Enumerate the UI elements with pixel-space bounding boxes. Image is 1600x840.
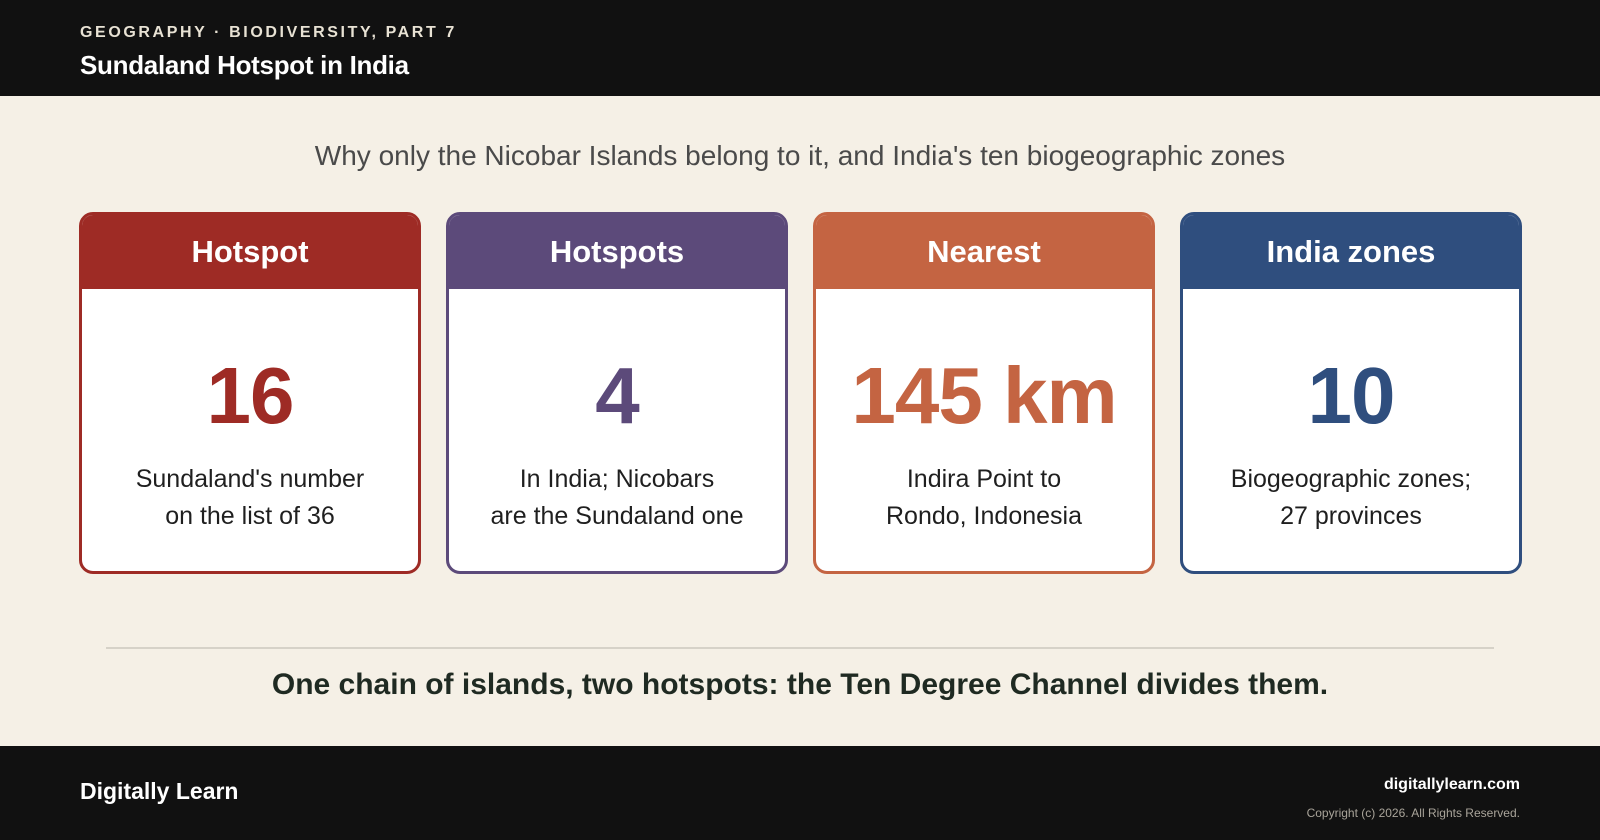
card-label: Hotspots xyxy=(549,234,685,269)
takeaway-text: One chain of islands, two hotspots: the … xyxy=(271,668,1329,701)
card-description-line: are the Sundaland one xyxy=(490,502,744,530)
series-kicker: GEOGRAPHY · BIODIVERSITY, PART 7 xyxy=(80,24,457,41)
card-description-line: Indira Point to xyxy=(906,465,1062,493)
card-body: 10 Biogeographic zones; 27 provinces xyxy=(1183,289,1519,571)
page-title: Sundaland Hotspot in India xyxy=(80,50,409,80)
card-value: 16 xyxy=(206,351,295,440)
card-description-line: Rondo, Indonesia xyxy=(886,502,1082,530)
card-description: Indira Point to Rondo, Indonesia xyxy=(870,461,1098,535)
slide: GEOGRAPHY · BIODIVERSITY, PART 7 Sundala… xyxy=(0,0,1600,840)
card-description-line: on the list of 36 xyxy=(165,502,335,530)
card-label: Nearest xyxy=(927,234,1041,269)
divider xyxy=(106,647,1494,649)
card-value: 4 xyxy=(595,351,639,440)
stat-cards: Hotspot 16 Sundaland's number on the lis… xyxy=(79,212,1522,574)
card-description: Sundaland's number on the list of 36 xyxy=(120,461,381,535)
card-description-line: In India; Nicobars xyxy=(519,465,715,493)
card-body: 16 Sundaland's number on the list of 36 xyxy=(82,289,418,571)
stat-card-hotspot: Hotspot 16 Sundaland's number on the lis… xyxy=(79,212,421,574)
card-value: 10 xyxy=(1307,351,1396,440)
copyright-text: Copyright (c) 2026. All Rights Reserved. xyxy=(1306,806,1520,820)
subtitle: Why only the Nicobar Islands belong to i… xyxy=(314,140,1286,171)
card-label: Hotspot xyxy=(191,234,309,269)
card-label: India zones xyxy=(1266,234,1436,269)
card-header: India zones xyxy=(1183,215,1519,289)
card-header: Hotspots xyxy=(449,215,785,289)
stat-card-hotspots: Hotspots 4 In India; Nicobars are the Su… xyxy=(446,212,788,574)
card-body: 145 km Indira Point to Rondo, Indonesia xyxy=(816,289,1152,571)
card-body: 4 In India; Nicobars are the Sundaland o… xyxy=(449,289,785,571)
brand-name: Digitally Learn xyxy=(80,778,239,804)
card-description: In India; Nicobars are the Sundaland one xyxy=(475,461,760,535)
card-description-line: Biogeographic zones; xyxy=(1230,465,1472,493)
stat-card-nearest: Nearest 145 km Indira Point to Rondo, In… xyxy=(813,212,1155,574)
site-link[interactable]: digitallylearn.com xyxy=(1384,776,1520,794)
card-header: Hotspot xyxy=(82,215,418,289)
card-value: 145 km xyxy=(851,351,1117,440)
header-bar: GEOGRAPHY · BIODIVERSITY, PART 7 Sundala… xyxy=(0,0,1600,96)
card-header: Nearest xyxy=(816,215,1152,289)
card-description-line: 27 provinces xyxy=(1280,502,1422,530)
card-description: Biogeographic zones; 27 provinces xyxy=(1215,461,1487,535)
footer-bar: Digitally Learn digitallylearn.com Copyr… xyxy=(0,746,1600,840)
stat-card-india-zones: India zones 10 Biogeographic zones; 27 p… xyxy=(1180,212,1522,574)
card-description-line: Sundaland's number xyxy=(135,465,365,493)
